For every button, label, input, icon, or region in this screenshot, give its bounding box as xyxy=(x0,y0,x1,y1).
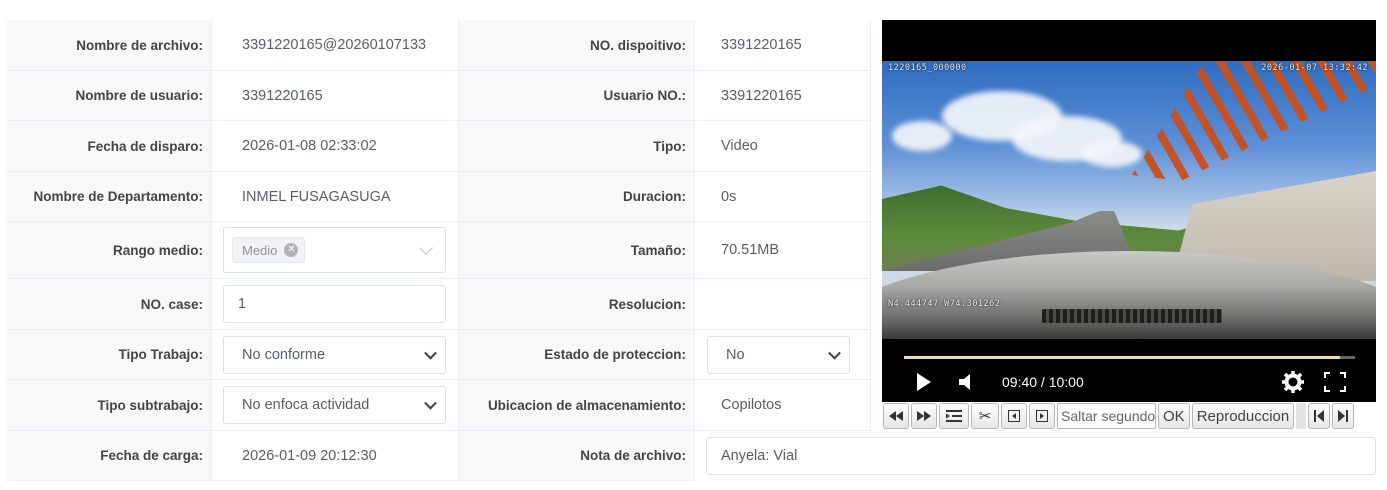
video-player[interactable]: 1220165_000000 2026-01-07 13:32:42 N4.44… xyxy=(882,20,1376,402)
player-toolbar: ✂ Saltar segundo OK Reproduccion xyxy=(882,402,1377,430)
estado-proteccion-cell: No xyxy=(695,330,871,380)
ok-button[interactable]: OK xyxy=(1158,403,1190,429)
next-frame-icon xyxy=(1036,410,1048,422)
next-frame-button[interactable] xyxy=(1029,403,1055,429)
clip-button[interactable]: ✂ xyxy=(971,403,999,429)
chevron-down-icon xyxy=(828,346,841,360)
value-tamano: 70.51MB xyxy=(695,222,871,279)
label-tamano: Tamaño: xyxy=(459,222,695,279)
seek-seconds-input[interactable]: Saltar segundo xyxy=(1057,403,1156,429)
label-tipo: Tipo: xyxy=(459,121,695,172)
value-nombre-archivo: 3391220165@20260107133 xyxy=(212,20,459,71)
rango-medio-tag: Medio ✕ xyxy=(232,237,306,263)
label-resolucion: Resolucion: xyxy=(459,279,695,330)
value-fecha-carga: 2026-01-09 20:12:30 xyxy=(212,431,459,481)
label-nombre-archivo: Nombre de archivo: xyxy=(6,20,212,71)
skip-start-icon xyxy=(1314,410,1325,422)
rewind-icon xyxy=(889,411,903,421)
tipo-trabajo-select[interactable]: No conforme xyxy=(223,335,446,374)
rewind-button[interactable] xyxy=(883,403,909,429)
rango-medio-cell: Medio ✕ xyxy=(212,222,459,279)
estado-proteccion-select[interactable]: No xyxy=(707,335,850,374)
tipo-subtrabajo-cell: No enfoca actividad xyxy=(212,380,459,431)
no-case-cell: 1 xyxy=(212,279,459,330)
list-indent-icon xyxy=(946,410,962,422)
chevron-down-icon xyxy=(424,396,437,410)
tipo-subtrabajo-select[interactable]: No enfoca actividad xyxy=(223,386,446,424)
tag-close-icon[interactable]: ✕ xyxy=(284,243,299,257)
skip-start-button[interactable] xyxy=(1308,403,1331,429)
volume-icon[interactable] xyxy=(958,373,974,391)
label-nombre-usuario: Nombre de usuario: xyxy=(6,71,212,121)
value-nombre-usuario: 3391220165 xyxy=(212,71,459,121)
value-resolucion xyxy=(695,279,871,330)
value-ubicacion: Copilotos xyxy=(695,380,871,431)
fast-forward-icon xyxy=(917,411,931,421)
label-fecha-disparo: Fecha de disparo: xyxy=(6,121,212,172)
video-frame: 1220165_000000 2026-01-07 13:32:42 N4.44… xyxy=(882,61,1376,339)
label-estado-proteccion: Estado de proteccion: xyxy=(459,330,695,380)
label-rango-medio: Rango medio: xyxy=(6,222,212,279)
rango-medio-select[interactable]: Medio ✕ xyxy=(223,227,446,273)
fullscreen-icon[interactable] xyxy=(1324,372,1346,392)
label-tipo-trabajo: Tipo Trabajo: xyxy=(6,330,212,380)
label-no-case: NO. case: xyxy=(6,279,212,330)
tipo-trabajo-cell: No conforme xyxy=(212,330,459,380)
skip-end-button[interactable] xyxy=(1332,403,1355,429)
skip-end-icon xyxy=(1338,410,1349,422)
value-duracion: 0s xyxy=(695,172,871,222)
osd-id: 1220165_000000 xyxy=(888,63,967,73)
play-icon[interactable] xyxy=(915,372,933,392)
osd-gps: N4.444747 W74.301262 xyxy=(888,299,1001,309)
label-departamento: Nombre de Departamento: xyxy=(6,172,212,222)
label-tipo-subtrabajo: Tipo subtrabajo: xyxy=(6,380,212,431)
value-no-dispositivo: 3391220165 xyxy=(695,20,871,71)
value-usuario-no: 3391220165 xyxy=(695,71,871,121)
no-case-input[interactable]: 1 xyxy=(223,285,446,323)
osd-datetime: 2026-01-07 13:32:42 xyxy=(1261,63,1368,73)
prev-frame-icon xyxy=(1008,410,1020,422)
gear-icon[interactable] xyxy=(1282,371,1304,393)
label-fecha-carga: Fecha de carga: xyxy=(6,431,212,481)
video-time: 09:40 / 10:00 xyxy=(1002,374,1084,390)
scissors-icon: ✂ xyxy=(978,408,992,425)
label-no-dispositivo: NO. dispoitivo: xyxy=(459,20,695,71)
value-tipo: Video xyxy=(695,121,871,172)
list-button[interactable] xyxy=(939,403,969,429)
playback-button[interactable]: Reproduccion xyxy=(1191,403,1295,429)
label-usuario-no: Usuario NO.: xyxy=(459,71,695,121)
value-departamento: INMEL FUSAGASUGA xyxy=(212,172,459,222)
label-ubicacion: Ubicacion de almacenamiento: xyxy=(459,380,695,431)
prev-frame-button[interactable] xyxy=(1001,403,1027,429)
fast-forward-button[interactable] xyxy=(911,403,937,429)
chevron-down-icon xyxy=(424,346,437,360)
chevron-down-icon xyxy=(418,240,434,256)
video-progress-bar[interactable] xyxy=(904,356,1355,359)
label-duracion: Duracion: xyxy=(459,172,695,222)
file-info-grid: Nombre de archivo: 3391220165@2026010713… xyxy=(5,19,871,481)
nota-archivo-input[interactable]: Anyela: Vial xyxy=(706,437,1376,475)
label-nota-archivo: Nota de archivo: xyxy=(459,431,695,481)
toolbar-divider xyxy=(1296,403,1307,429)
value-fecha-disparo: 2026-01-08 02:33:02 xyxy=(212,121,459,172)
